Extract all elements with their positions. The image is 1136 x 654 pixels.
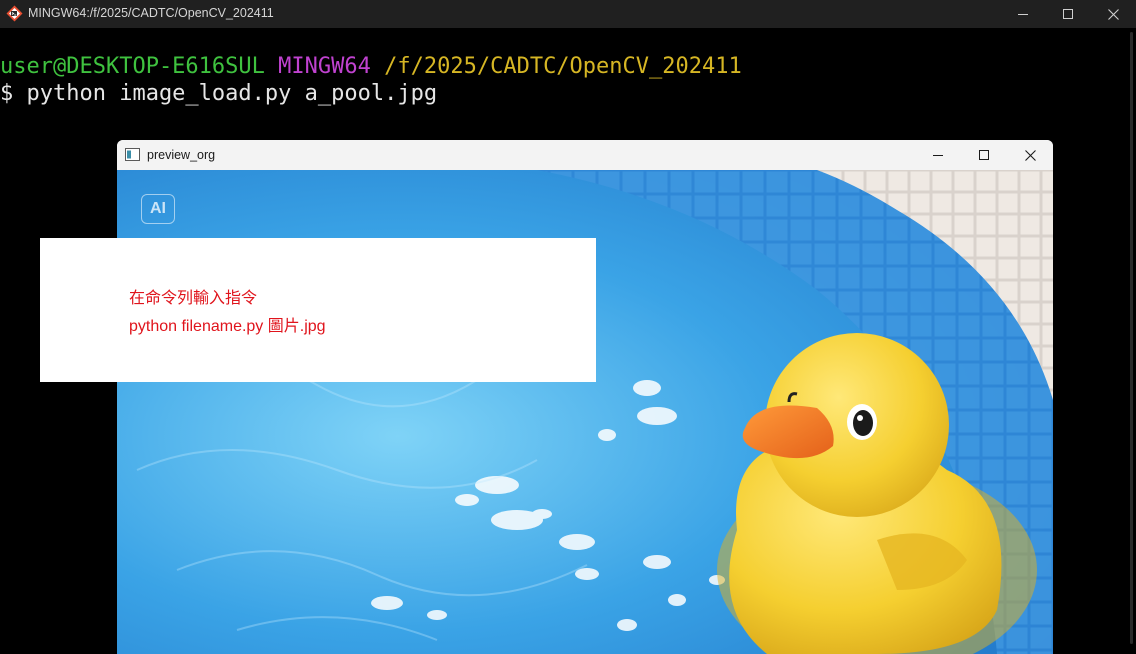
preview-titlebar[interactable]: preview_org: [117, 140, 1053, 170]
terminal-prompt-line: user@DESKTOP-E616SUL MINGW64 /f/2025/CAD…: [0, 53, 742, 81]
terminal-command-line[interactable]: $ python image_load.py a_pool.jpg: [0, 80, 437, 108]
terminal-minimize-button[interactable]: [1000, 0, 1046, 28]
terminal-maximize-button[interactable]: [1045, 0, 1091, 28]
terminal-titlebar[interactable]: MINGW64:/f/2025/CADTC/OpenCV_202411: [0, 0, 1136, 28]
preview-minimize-button[interactable]: [915, 140, 961, 170]
window-app-icon: [125, 148, 140, 161]
minimize-icon: [1018, 14, 1028, 15]
annotation-box: 在命令列輸入指令 python filename.py 圖片.jpg: [40, 238, 596, 382]
preview-title: preview_org: [147, 148, 216, 162]
preview-window[interactable]: preview_org AI: [117, 140, 1053, 654]
annotation-line-1: 在命令列輸入指令: [129, 290, 258, 307]
git-bash-icon: [6, 5, 23, 22]
terminal-scrollbar[interactable]: [1130, 32, 1133, 644]
minimize-icon: [933, 155, 943, 156]
preview-close-button[interactable]: [1007, 140, 1053, 170]
close-icon: [1107, 8, 1119, 20]
prompt-path: /f/2025/CADTC/OpenCV_202411: [384, 54, 742, 79]
prompt-user-host: user@DESKTOP-E616SUL: [0, 54, 265, 79]
annotation-line-2: python filename.py 圖片.jpg: [129, 318, 326, 335]
prompt-env: MINGW64: [278, 54, 371, 79]
terminal-close-button[interactable]: [1090, 0, 1136, 28]
preview-maximize-button[interactable]: [961, 140, 1007, 170]
maximize-icon: [1063, 9, 1073, 19]
maximize-icon: [979, 150, 989, 160]
ai-badge: AI: [141, 194, 175, 224]
terminal-title: MINGW64:/f/2025/CADTC/OpenCV_202411: [28, 6, 274, 20]
close-icon: [1024, 149, 1036, 161]
